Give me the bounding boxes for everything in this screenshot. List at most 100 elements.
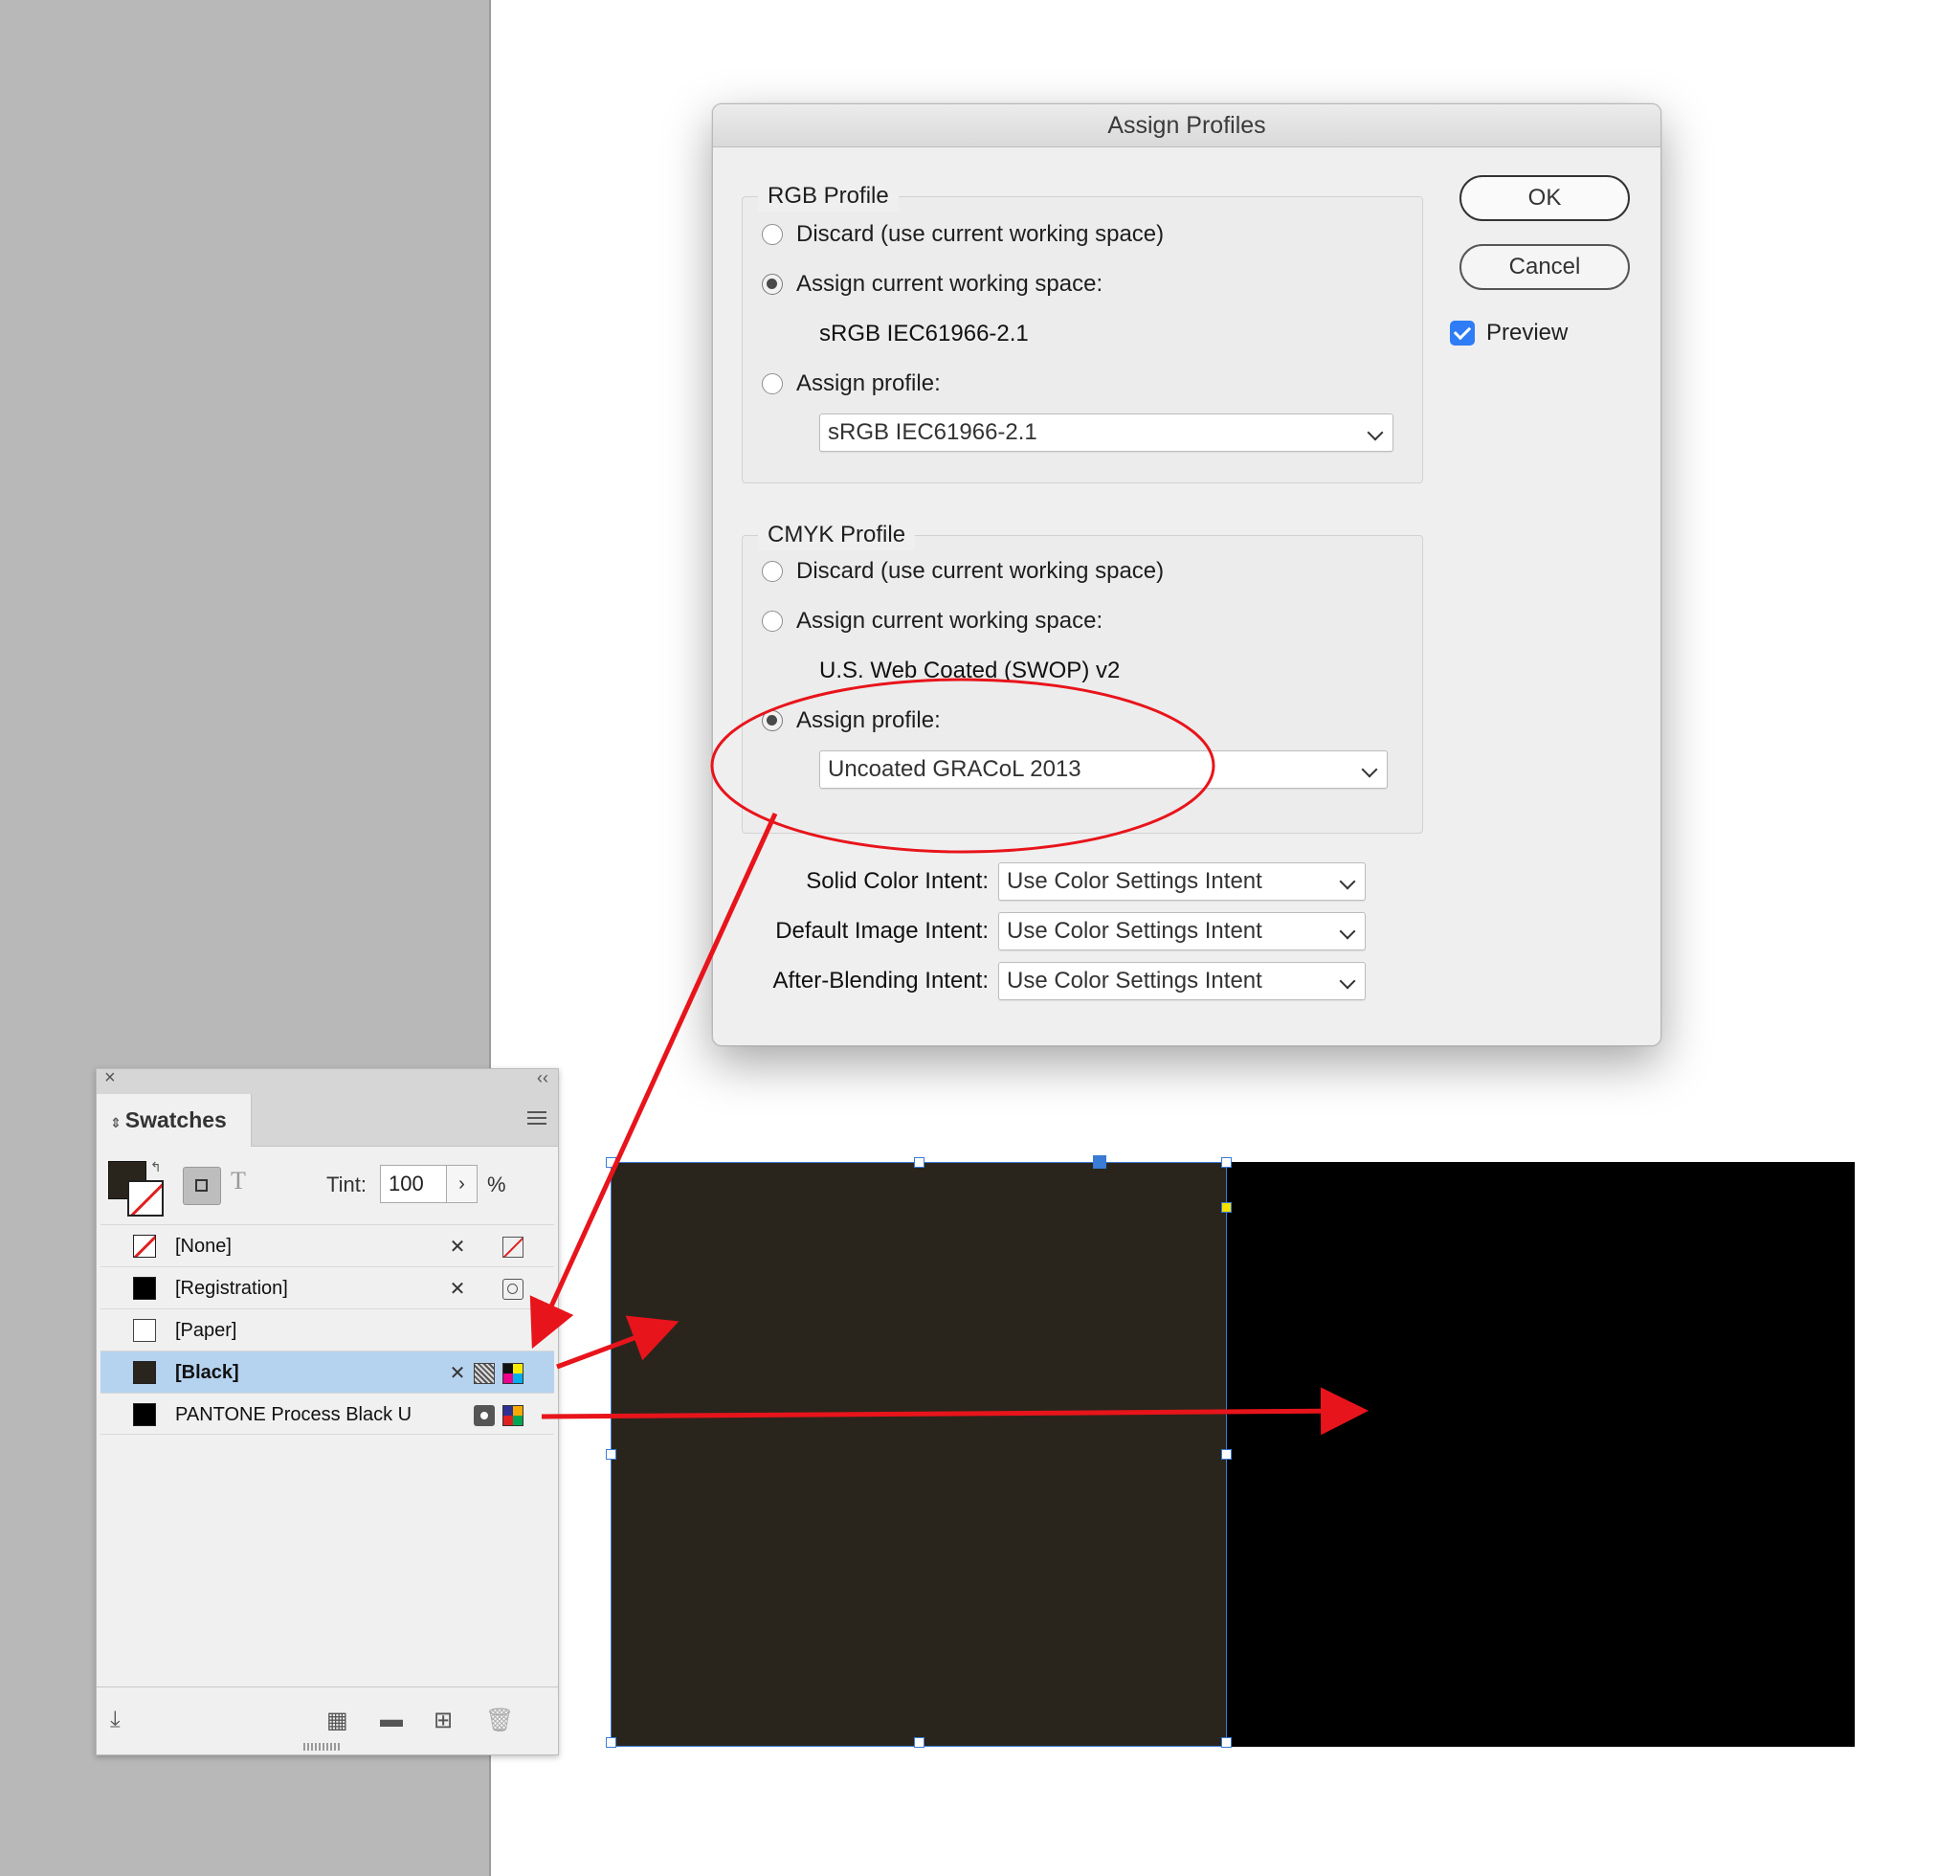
solid-color-intent-select[interactable]: Use Color Settings Intent — [998, 862, 1366, 901]
none-mode-icon — [502, 1237, 523, 1258]
cmyk-assign-current-option[interactable]: Assign current working space: — [762, 605, 1102, 637]
swatch-name: [Black] — [175, 1362, 239, 1383]
preview-label: Preview — [1486, 320, 1569, 346]
spot-color-mode-icon — [502, 1405, 523, 1426]
swatch-name: PANTONE Process Black U — [175, 1404, 412, 1425]
default-image-intent-value: Use Color Settings Intent — [1007, 918, 1262, 944]
black-rectangle[interactable] — [1227, 1162, 1855, 1747]
swatch-list: [None] ✕ [Registration] ✕ [Paper] [Black… — [100, 1224, 554, 1435]
solid-color-intent-value: Use Color Settings Intent — [1007, 868, 1262, 894]
panel-tab-strip: ⇕ Swatches — [97, 1094, 558, 1147]
rgb-current-space: sRGB IEC61966-2.1 — [819, 321, 1029, 346]
solid-color-intent-label: Solid Color Intent: — [806, 868, 989, 894]
cmyk-profile-select[interactable]: Uncoated GRACoL 2013 — [819, 750, 1388, 789]
cmyk-discard-option[interactable]: Discard (use current working space) — [762, 555, 1164, 588]
swatch-row-none[interactable]: [None] ✕ — [100, 1224, 554, 1266]
spot-color-icon — [474, 1405, 495, 1426]
swatches-panel: × ‹‹ ⇕ Swatches ↰ T Tint: 100 › % [None] … — [96, 1067, 559, 1755]
chevron-down-icon — [1339, 873, 1356, 890]
new-swatch-icon[interactable]: ⊞ — [434, 1707, 453, 1734]
non-editable-icon: ✕ — [449, 1279, 466, 1300]
panel-menu-icon[interactable] — [527, 1111, 546, 1128]
rgb-profile-select[interactable]: sRGB IEC61966-2.1 — [819, 413, 1393, 452]
selection-handle-bottom-middle[interactable] — [914, 1737, 924, 1748]
collapse-icon[interactable]: ‹‹ — [537, 1068, 548, 1088]
swatch-chip-black — [133, 1361, 156, 1384]
ok-button[interactable]: OK — [1459, 175, 1630, 221]
swatch-chip-registration — [133, 1277, 156, 1300]
rgb-assign-current-option[interactable]: Assign current working space: — [762, 268, 1102, 301]
formatting-affects-text-icon[interactable]: T — [231, 1167, 246, 1195]
swatch-row-pantone-process-black[interactable]: PANTONE Process Black U — [100, 1393, 554, 1435]
tint-input[interactable]: 100 — [380, 1165, 447, 1203]
place-swatch-icon[interactable]: ⤓ — [110, 1707, 121, 1733]
default-image-intent-select[interactable]: Use Color Settings Intent — [998, 912, 1366, 950]
panel-title-bar[interactable]: × ‹‹ — [97, 1067, 558, 1095]
tint-popup-arrow[interactable]: › — [447, 1165, 478, 1203]
selection-handle-bottom-left[interactable] — [606, 1737, 616, 1748]
cmyk-assign-current-label: Assign current working space: — [796, 608, 1103, 634]
formatting-affects-container-button[interactable] — [183, 1167, 221, 1205]
new-color-group-icon[interactable]: ▬ — [380, 1707, 403, 1733]
rgb-profile-title: RGB Profile — [758, 181, 899, 212]
swatch-name: [Registration] — [175, 1278, 288, 1299]
rgb-assign-current-radio[interactable] — [762, 274, 783, 295]
live-corner-handle[interactable] — [1221, 1202, 1232, 1213]
swatch-row-registration[interactable]: [Registration] ✕ — [100, 1266, 554, 1308]
close-icon[interactable]: × — [104, 1067, 116, 1089]
cmyk-current-space: U.S. Web Coated (SWOP) v2 — [819, 658, 1121, 683]
default-image-intent-label: Default Image Intent: — [775, 918, 989, 944]
swatch-chip-none — [133, 1235, 156, 1258]
chevron-down-icon — [1339, 923, 1356, 940]
cmyk-discard-label: Discard (use current working space) — [796, 558, 1165, 584]
rgb-discard-label: Discard (use current working space) — [796, 221, 1165, 247]
rgb-discard-radio[interactable] — [762, 224, 783, 245]
cmyk-profile-value: Uncoated GRACoL 2013 — [828, 756, 1081, 782]
stroke-swatch[interactable] — [127, 1180, 164, 1217]
rgb-discard-option[interactable]: Discard (use current working space) — [762, 218, 1164, 251]
cmyk-assign-current-radio[interactable] — [762, 611, 783, 632]
show-swatch-views-icon[interactable]: ▦ — [326, 1707, 348, 1734]
swatches-tab[interactable]: ⇕ Swatches — [97, 1094, 252, 1147]
cancel-button[interactable]: Cancel — [1459, 244, 1630, 290]
rgb-assign-profile-option[interactable]: Assign profile: — [762, 368, 941, 400]
tint-percent: % — [487, 1172, 506, 1196]
cmyk-profile-group: CMYK Profile Discard (use current workin… — [742, 520, 1423, 834]
selection-handle-middle-right[interactable] — [1221, 1449, 1232, 1460]
selection-handle-bottom-right[interactable] — [1221, 1737, 1232, 1748]
dialog-title: Assign Profiles — [713, 104, 1660, 147]
swatch-row-black[interactable]: [Black] ✕ — [100, 1351, 554, 1393]
after-blending-intent-select[interactable]: Use Color Settings Intent — [998, 962, 1366, 1000]
content-grabber-handle[interactable] — [1093, 1155, 1106, 1169]
cmyk-assign-profile-label: Assign profile: — [796, 707, 941, 733]
cmyk-process-icon — [502, 1363, 523, 1384]
resize-grip[interactable] — [303, 1743, 342, 1751]
cmyk-discard-radio[interactable] — [762, 561, 783, 582]
preview-checkbox[interactable] — [1450, 321, 1475, 346]
selection-handle-top-middle[interactable] — [914, 1157, 924, 1168]
trash-icon[interactable]: 🗑 — [485, 1707, 514, 1734]
after-blending-intent-value: Use Color Settings Intent — [1007, 968, 1262, 994]
panel-footer: ⤓ ▦ ▬ ⊞ 🗑 — [97, 1686, 558, 1754]
tint-label: Tint: — [326, 1172, 367, 1196]
registration-mode-icon — [502, 1279, 523, 1300]
rgb-profile-group: RGB Profile Discard (use current working… — [742, 181, 1423, 483]
cmyk-assign-profile-radio[interactable] — [762, 710, 783, 731]
assign-profiles-dialog: Assign Profiles RGB Profile Discard (use… — [712, 103, 1661, 1046]
rgb-assign-current-label: Assign current working space: — [796, 271, 1103, 297]
rgb-assign-profile-label: Assign profile: — [796, 370, 941, 396]
chevron-down-icon — [1361, 761, 1378, 778]
selection-handle-top-left[interactable] — [606, 1157, 616, 1168]
non-editable-icon: ✕ — [449, 1363, 466, 1384]
swatches-tab-label: Swatches — [124, 1107, 227, 1132]
selection-handle-middle-left[interactable] — [606, 1449, 616, 1460]
rgb-assign-profile-radio[interactable] — [762, 373, 783, 394]
sort-arrows-icon: ⇕ — [110, 1115, 122, 1130]
selection-frame[interactable] — [611, 1162, 1227, 1747]
selection-handle-top-right[interactable] — [1221, 1157, 1232, 1168]
chevron-down-icon — [1367, 424, 1384, 441]
swatch-row-paper[interactable]: [Paper] — [100, 1308, 554, 1351]
swap-fill-stroke-icon[interactable]: ↰ — [150, 1159, 162, 1175]
cmyk-assign-profile-option[interactable]: Assign profile: — [762, 704, 941, 737]
chevron-down-icon — [1339, 972, 1356, 990]
